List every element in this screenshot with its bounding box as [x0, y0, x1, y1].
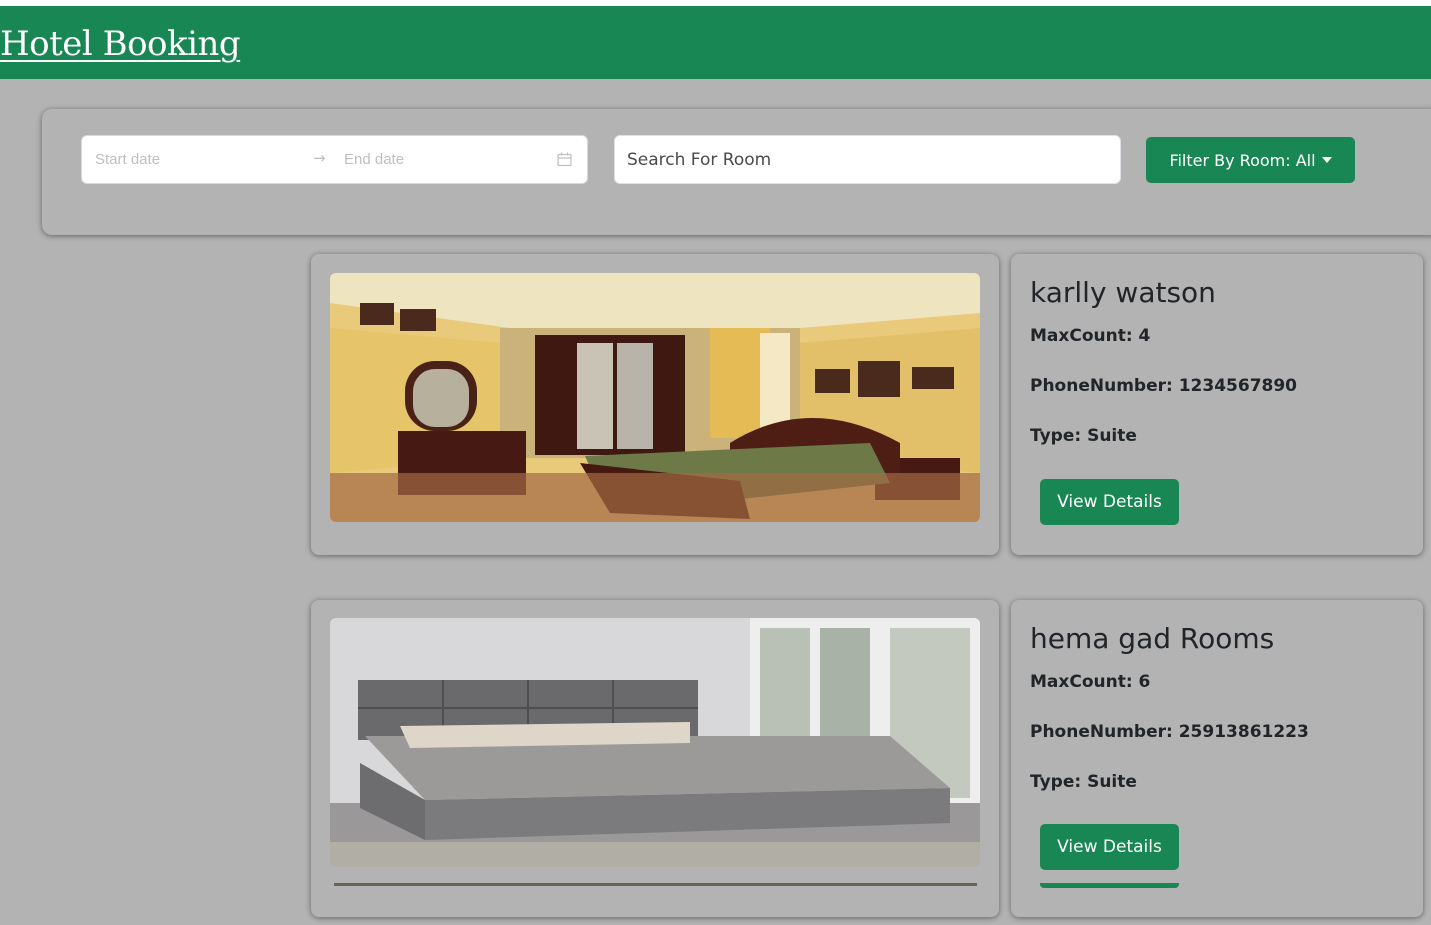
room-max-count: MaxCount: 6: [1030, 672, 1151, 692]
room-type: Type: Suite: [1030, 426, 1137, 446]
arrow-right-icon: →: [313, 149, 326, 167]
date-range-picker[interactable]: Start date → End date: [81, 135, 588, 184]
start-date-input[interactable]: Start date: [95, 151, 160, 168]
bedroom-photo-image: [330, 618, 980, 867]
caret-down-icon: [1321, 157, 1332, 163]
bedroom-photo-image: [330, 273, 980, 522]
search-room-input[interactable]: [615, 136, 1120, 183]
room-max-count: MaxCount: 4: [1030, 326, 1151, 346]
room-phone-number: PhoneNumber: 25913861223: [1030, 722, 1309, 742]
room-type: Type: Suite: [1030, 772, 1137, 792]
room-info-card: karlly watson MaxCount: 4 PhoneNumber: 1…: [1011, 254, 1423, 555]
button-stub: [1040, 883, 1179, 888]
room-info-card: hema gad Rooms MaxCount: 6 PhoneNumber: …: [1011, 600, 1423, 917]
room-name: karlly watson: [1030, 276, 1216, 309]
room-image-card: [311, 600, 999, 917]
calendar-icon[interactable]: [557, 152, 572, 167]
brand-link[interactable]: Hotel Booking: [0, 24, 241, 64]
filter-button-label: Filter By Room: All: [1169, 150, 1316, 170]
room-photo: [330, 618, 980, 867]
room-phone-number: PhoneNumber: 1234567890: [1030, 376, 1298, 396]
filter-by-room-dropdown[interactable]: Filter By Room: All: [1146, 137, 1355, 183]
navbar: Hotel Booking: [0, 6, 1431, 79]
room-name: hema gad Rooms: [1030, 622, 1275, 655]
room-photo: [330, 273, 980, 522]
search-room-field[interactable]: [614, 135, 1121, 184]
view-details-button[interactable]: View Details: [1040, 479, 1179, 525]
view-details-button[interactable]: View Details: [1040, 824, 1179, 870]
end-date-input[interactable]: End date: [344, 151, 404, 168]
image-divider: [334, 883, 977, 886]
room-image-card: [311, 254, 999, 555]
